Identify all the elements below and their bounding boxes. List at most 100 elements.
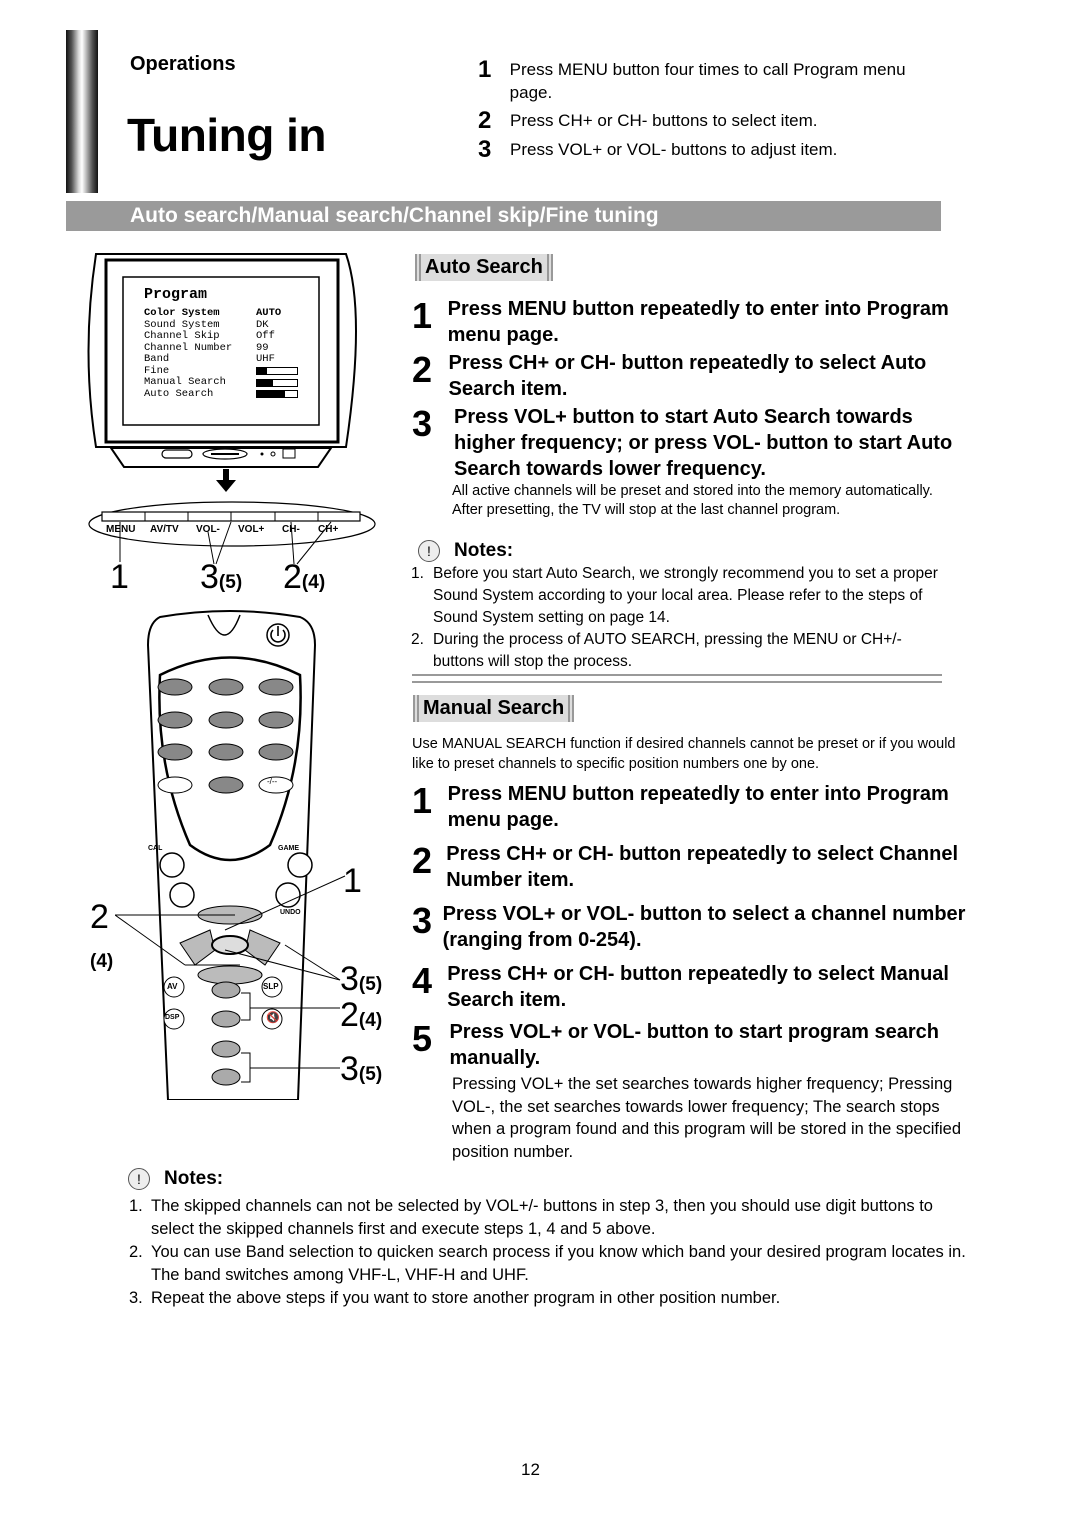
panel-callout: 3(5): [200, 558, 242, 597]
step-text: Press CH+ or CH- button repeatedly to se…: [448, 352, 927, 400]
step-number: 2: [412, 840, 433, 881]
page-title: Tuning in: [127, 109, 327, 161]
warning-icon: !: [128, 1168, 150, 1190]
step-text: Press CH+ or CH- button repeatedly to se…: [447, 963, 949, 1011]
note-text: Before you start Auto Search, we strongl…: [433, 565, 938, 626]
tv-menu-title: Program: [144, 286, 208, 303]
auto-search-notes-heading: ! Notes:: [418, 540, 513, 562]
overview-steps: 1 Press MENU button four times to call P…: [478, 58, 948, 167]
step-text: Press MENU button repeatedly to enter in…: [447, 783, 949, 831]
front-panel: MENU AV/TV VOL- VOL+ CH- CH+: [88, 500, 378, 565]
step-text: Press MENU button repeatedly to enter in…: [447, 298, 949, 346]
step-text: Press CH+ or CH- button repeatedly to se…: [446, 843, 959, 891]
notes-title: Notes:: [454, 540, 514, 561]
callout-number: 3: [200, 558, 219, 596]
note-item: 2. You can use Band selection to quicken …: [129, 1241, 979, 1287]
tv-menu-item: Band UHF: [144, 353, 298, 366]
step-text: Press VOL+ button to start Auto Search t…: [454, 406, 953, 480]
step-text: Press VOL+ or VOL- button to start progr…: [449, 1021, 939, 1069]
auto-search-step: 3 Press VOL+ button to start Auto Search…: [412, 404, 972, 482]
tv-illustration: Program Color System AUTO Sound System DK …: [86, 252, 386, 492]
warning-icon: !: [418, 540, 440, 562]
tv-menu-item: Manual Search: [144, 376, 298, 389]
note-text: The skipped channels can not be selected…: [151, 1197, 933, 1238]
note-number: 2.: [129, 1243, 143, 1261]
level-fill: [257, 379, 273, 386]
tv-menu-label: Manual Search: [144, 376, 226, 388]
callout-number: 2: [283, 558, 302, 596]
section-divider: [412, 674, 942, 683]
cal-label: CAL: [148, 845, 163, 852]
tv-menu-label: Auto Search: [144, 387, 214, 400]
tv-menu-label: Channel Skip: [144, 330, 220, 342]
note-item: 3. Repeat the above steps if you want to …: [129, 1287, 979, 1310]
note-text: Repeat the above steps if you want to st…: [151, 1289, 781, 1307]
step-number: 1: [412, 780, 433, 821]
section-banner-title: Auto search/Manual search/Channel skip/F…: [130, 204, 659, 227]
auto-search-heading: Auto Search: [415, 254, 553, 281]
note-number: 1.: [129, 1197, 143, 1215]
auto-search-title: Auto Search: [415, 254, 553, 281]
callout-sub: (4): [90, 951, 114, 972]
note-number: 2.: [411, 631, 424, 648]
manual-search-steps: 1 Press MENU button repeatedly to enter …: [412, 781, 972, 1163]
step-text: Press VOL+ or VOL- button to select a ch…: [442, 903, 966, 951]
step-number: 1: [412, 295, 433, 336]
tv-menu-value: UHF: [256, 353, 275, 365]
auto-search-detail: All active channels will be preset and s…: [452, 483, 933, 518]
overview-step: 2 Press CH+ or CH- buttons to select ite…: [478, 109, 948, 133]
step-number: 5: [412, 1018, 433, 1059]
tv-menu-label: Band: [144, 353, 170, 365]
notes-title: Notes:: [164, 1168, 224, 1189]
auto-search-step: 1 Press MENU button repeatedly to enter …: [412, 296, 972, 348]
step-number: 3: [412, 403, 433, 444]
auto-search-steps: 1 Press MENU button repeatedly to enter …: [412, 296, 972, 519]
digit-toggle-button[interactable]: -/--: [267, 777, 277, 786]
step-number: 3: [478, 136, 492, 163]
step-text: Press VOL+ or VOL- buttons to adjust ite…: [510, 140, 838, 159]
decorative-side-bar: [66, 30, 98, 193]
step-text: Press MENU button four times to call Pro…: [509, 60, 906, 102]
note-item: 2. During the process of AUTO SEARCH, pre…: [411, 629, 951, 673]
note-text: You can use Band selection to quicken se…: [151, 1243, 966, 1284]
manual-search-step: 5 Press VOL+ or VOL- button to start pro…: [412, 1019, 972, 1071]
remote-callout: 2 (4): [90, 898, 113, 976]
manual-search-title: Manual Search: [413, 695, 575, 722]
tv-menu-item: Auto Search: [144, 387, 298, 401]
step-number: 4: [412, 960, 433, 1001]
step-number: 1: [478, 56, 492, 83]
bottom-notes-heading: ! Notes:: [128, 1168, 223, 1190]
step-number: 2: [412, 349, 433, 390]
manual-search-heading: Manual Search: [413, 695, 575, 722]
page-number: 12: [521, 1460, 540, 1479]
overview-step: 3 Press VOL+ or VOL- buttons to adjust i…: [478, 138, 948, 162]
manual-search-step: 2 Press CH+ or CH- button repeatedly to …: [412, 841, 972, 893]
note-number: 3.: [129, 1289, 143, 1307]
tv-menu-value: Off: [256, 330, 275, 342]
section-banner: Auto search/Manual search/Channel skip/F…: [66, 201, 941, 231]
auto-search-step: 2 Press CH+ or CH- button repeatedly to …: [412, 350, 972, 402]
section-label: Operations: [130, 53, 236, 75]
note-item: 1. Before you start Auto Search, we stron…: [411, 563, 951, 629]
remote-callout-lines: [115, 875, 346, 1083]
fine-level-bar: [256, 367, 298, 376]
note-item: 1. The skipped channels can not be select…: [129, 1195, 979, 1241]
game-label: GAME: [278, 845, 299, 852]
panel-callout: 1: [110, 558, 129, 597]
step-number: 3: [412, 900, 433, 941]
bottom-notes: 1. The skipped channels can not be select…: [129, 1195, 979, 1310]
manual-search-intro: Use MANUAL SEARCH function if desired ch…: [412, 736, 956, 772]
step-number: 2: [478, 107, 492, 134]
level-fill: [257, 368, 267, 375]
note-text: During the process of AUTO SEARCH, press…: [433, 631, 902, 670]
overview-step: 1 Press MENU button four times to call P…: [478, 58, 948, 104]
manual-search-step: 1 Press MENU button repeatedly to enter …: [412, 781, 972, 833]
auto-search-notes: 1. Before you start Auto Search, we stron…: [411, 563, 951, 673]
step-text: Press CH+ or CH- buttons to select item.: [510, 111, 818, 130]
level-fill: [257, 391, 285, 398]
auto-search-level-bar: [256, 390, 298, 399]
callout-number: 1: [110, 558, 129, 596]
manual-search-level-bar: [256, 378, 298, 387]
callout-number: 2: [90, 898, 109, 936]
tv-menu-item: Color System AUTO: [144, 307, 298, 320]
